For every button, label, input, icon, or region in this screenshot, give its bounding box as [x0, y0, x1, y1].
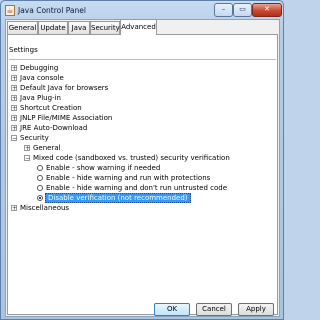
collapse-icon[interactable]: − [11, 135, 17, 142]
radio-button[interactable] [37, 175, 43, 181]
tree-item-label: Security [20, 134, 49, 142]
title-bar[interactable]: ☕ Java Control Panel – ▭ ✕ [1, 1, 283, 21]
tree-item-label: Mixed code (sandboxed vs. trusted) secur… [33, 154, 230, 162]
radio-button[interactable] [37, 185, 43, 191]
tree-item-label: JRE Auto-Download [20, 124, 88, 132]
minimize-button[interactable]: – [214, 3, 233, 17]
advanced-panel: Settings + Debugging + Java console + De… [7, 34, 278, 315]
tab-advanced[interactable]: Advanced [120, 19, 157, 35]
expand-icon[interactable]: + [11, 115, 17, 122]
radio-label: Enable - show warning if needed [46, 164, 161, 172]
expand-icon[interactable]: + [11, 65, 17, 72]
window-title: Java Control Panel [18, 6, 86, 15]
expand-icon[interactable]: + [11, 205, 17, 212]
apply-button[interactable]: Apply [238, 303, 274, 316]
radio-button-selected[interactable] [37, 195, 43, 201]
tree-item-label: Debugging [20, 64, 59, 72]
expand-icon[interactable]: + [11, 95, 17, 102]
cancel-button[interactable]: Cancel [196, 303, 232, 316]
client-area: General Update Java Security Advanced Se… [5, 19, 280, 317]
java-control-panel-window: ☕ Java Control Panel – ▭ ✕ General Updat… [0, 0, 284, 320]
tree-item-label: JNLP File/MIME Association [20, 114, 113, 122]
tree-item-label: Shortcut Creation [20, 104, 82, 112]
close-icon: ✕ [264, 5, 270, 13]
tab-security[interactable]: Security [90, 21, 120, 34]
tree-item-label: Default Java for browsers [20, 84, 109, 92]
expand-icon[interactable]: + [11, 125, 17, 132]
expand-icon[interactable]: + [11, 85, 17, 92]
tab-update[interactable]: Update [38, 21, 68, 34]
java-cup-icon: ☕ [5, 5, 15, 16]
collapse-icon[interactable]: − [24, 155, 30, 162]
close-button[interactable]: ✕ [252, 3, 282, 17]
expand-icon[interactable]: + [11, 105, 17, 112]
tab-general[interactable]: General [7, 21, 38, 34]
expand-icon[interactable]: + [24, 145, 30, 152]
radio-label-selected: Disable verification (not recommended) [45, 193, 191, 203]
maximize-icon: ▭ [239, 5, 246, 13]
radio-label: Enable - hide warning and run with prote… [46, 174, 211, 182]
tree-item-label: Java console [20, 74, 64, 82]
expand-icon[interactable]: + [11, 75, 17, 82]
maximize-button[interactable]: ▭ [233, 3, 252, 17]
radio-button[interactable] [37, 165, 43, 171]
minimize-icon: – [221, 5, 226, 13]
tab-java[interactable]: Java [68, 21, 90, 34]
settings-tree[interactable]: + Debugging + Java console + Default Jav… [9, 59, 276, 289]
tree-item-label: General [33, 144, 61, 152]
radio-label: Enable - hide warning and don't run untr… [46, 184, 228, 192]
settings-label: Settings [9, 46, 38, 54]
tree-item-label: Miscellaneous [20, 204, 70, 212]
tree-item-label: Java Plug-in [20, 94, 61, 102]
ok-button[interactable]: OK [154, 303, 190, 316]
